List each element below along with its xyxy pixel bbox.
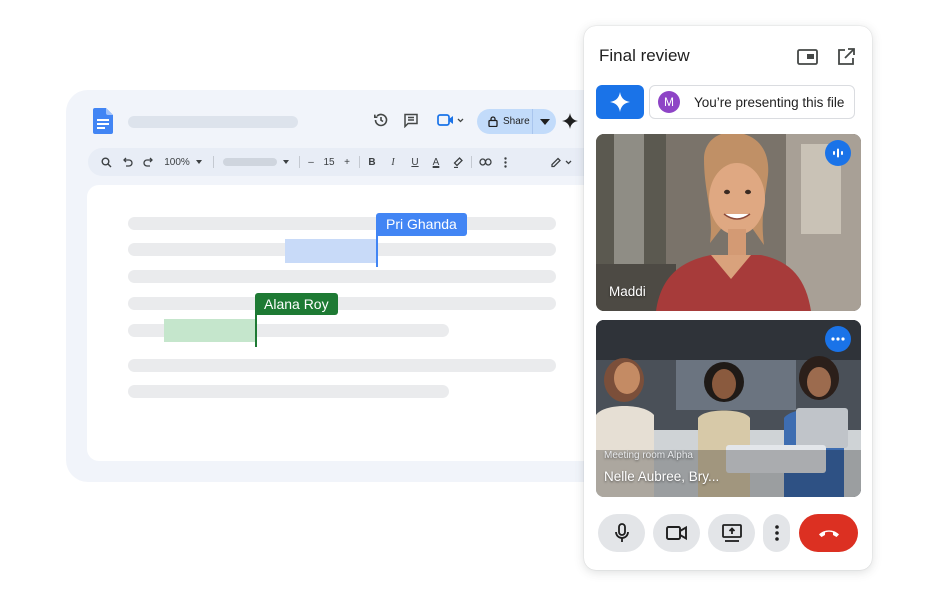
- lock-icon: [488, 116, 498, 127]
- presenting-text: You’re presenting this file: [694, 94, 845, 110]
- audio-indicator-icon: [825, 140, 851, 166]
- doc-title-placeholder[interactable]: [128, 116, 298, 128]
- open-in-new-icon[interactable]: [835, 46, 857, 68]
- collaborator-selection: [285, 239, 377, 263]
- collaborator-cursor: [376, 236, 378, 267]
- underline-button[interactable]: U: [408, 148, 422, 176]
- text-line: [128, 217, 556, 230]
- camera-button[interactable]: [653, 514, 700, 552]
- toolbar-divider: [213, 156, 214, 168]
- comment-icon[interactable]: [401, 110, 421, 130]
- bold-button[interactable]: B: [365, 148, 379, 176]
- more-vert-icon[interactable]: [500, 148, 510, 176]
- italic-button[interactable]: I: [386, 148, 400, 176]
- style-select[interactable]: [223, 158, 277, 166]
- picture-in-picture-icon[interactable]: [796, 46, 818, 68]
- share-button[interactable]: Share: [477, 109, 556, 134]
- camera-icon: [665, 525, 687, 541]
- presenting-status[interactable]: M You’re presenting this file: [649, 85, 855, 119]
- zoom-select[interactable]: 100%: [163, 148, 203, 176]
- video-tile-meeting-room[interactable]: Meeting room Alpha Nelle Aubree, Bry...: [596, 320, 861, 497]
- collaborator-name-tag: Alana Roy: [255, 293, 338, 315]
- video-tile-maddi[interactable]: Maddi: [596, 134, 861, 311]
- caret-down-icon: [283, 160, 289, 164]
- caret-down-icon: [195, 160, 202, 164]
- collaborator-selection: [164, 319, 256, 342]
- avatar: M: [658, 91, 680, 113]
- text-line: [128, 385, 449, 398]
- text-line: [128, 359, 556, 372]
- zoom-value: 100%: [164, 156, 190, 168]
- sparkle-icon: [610, 92, 630, 112]
- search-icon[interactable]: [98, 148, 114, 176]
- history-icon[interactable]: [371, 110, 391, 130]
- present-screen-icon: [721, 524, 742, 542]
- text-line: [128, 297, 556, 310]
- more-vert-icon: [774, 525, 779, 541]
- redo-icon[interactable]: [141, 148, 155, 176]
- undo-icon[interactable]: [120, 148, 134, 176]
- mic-icon: [614, 523, 629, 542]
- collaborator-cursor: [255, 315, 257, 347]
- share-label: Share: [503, 116, 530, 127]
- highlight-icon[interactable]: [451, 148, 465, 176]
- caret-down-icon: [539, 118, 550, 125]
- sparkle-icon[interactable]: [562, 113, 578, 129]
- participant-name: Nelle Aubree, Bry...: [604, 469, 720, 484]
- room-name: Meeting room Alpha: [604, 450, 693, 461]
- editing-mode-button[interactable]: [548, 148, 576, 176]
- meet-video-icon[interactable]: [436, 110, 466, 130]
- mic-button[interactable]: [598, 514, 645, 552]
- gemini-button[interactable]: [596, 85, 644, 119]
- font-size-value[interactable]: 15: [319, 148, 339, 176]
- end-call-icon: [818, 530, 839, 537]
- share-dropdown[interactable]: [533, 109, 556, 134]
- font-size-increase[interactable]: +: [341, 148, 353, 176]
- link-icon[interactable]: [477, 148, 493, 176]
- docs-icon[interactable]: [93, 108, 113, 134]
- format-toolbar: 100% – 15 + B I U A: [88, 148, 608, 176]
- pen-icon: [551, 157, 572, 167]
- toolbar-divider: [471, 156, 472, 168]
- more-horiz-icon[interactable]: [825, 326, 851, 352]
- text-line: [128, 270, 556, 283]
- font-size-decrease[interactable]: –: [305, 148, 317, 176]
- meeting-title: Final review: [599, 46, 690, 65]
- style-caret[interactable]: [282, 148, 290, 176]
- collaborator-name-tag: Pri Ghanda: [376, 213, 467, 236]
- toolbar-divider: [299, 156, 300, 168]
- text-color-button[interactable]: A: [429, 148, 443, 176]
- present-screen-button[interactable]: [708, 514, 755, 552]
- toolbar-divider: [359, 156, 360, 168]
- more-options-button[interactable]: [763, 514, 790, 552]
- participant-name: Maddi: [609, 284, 646, 299]
- end-call-button[interactable]: [799, 514, 858, 552]
